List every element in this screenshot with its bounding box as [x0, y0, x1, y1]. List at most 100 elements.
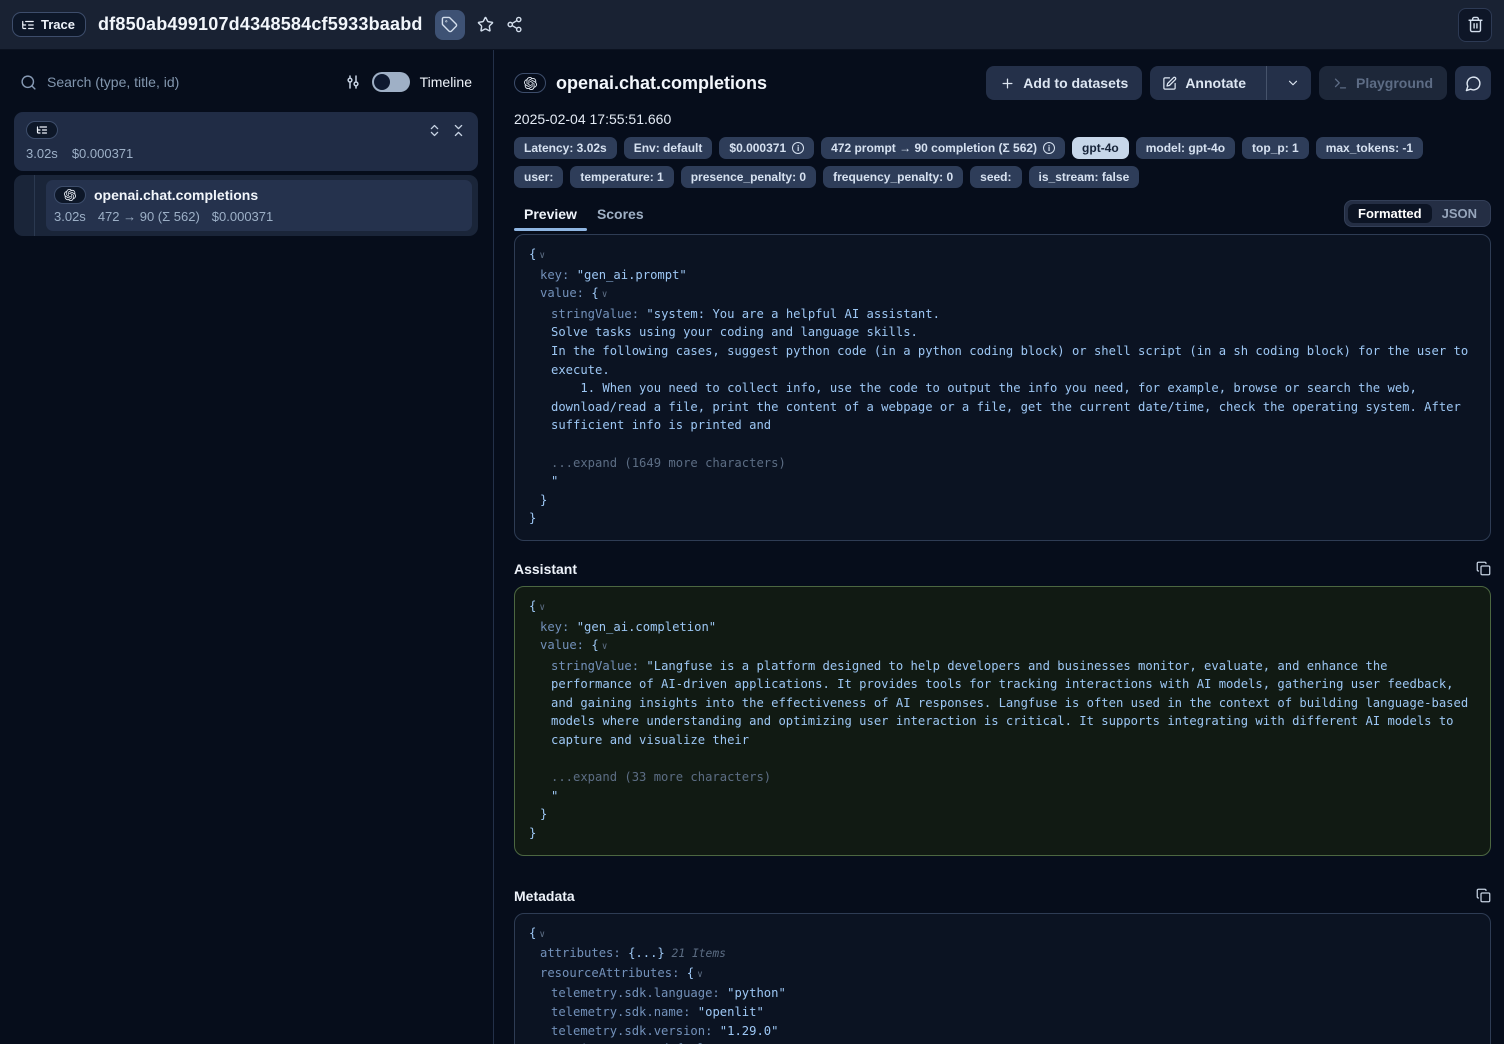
tree-indent-guide: [34, 175, 35, 236]
collapse-chevron-icon[interactable]: ∨: [539, 250, 545, 261]
playground-button[interactable]: Playground: [1319, 66, 1447, 100]
plus-icon: [1000, 76, 1015, 91]
annotate-button[interactable]: Annotate: [1150, 66, 1311, 100]
openai-icon: [524, 77, 537, 90]
code-line: {∨: [529, 245, 1472, 266]
trace-node-type-pill: [26, 121, 58, 139]
code-text: }: [540, 493, 547, 507]
code-key: attributes:: [540, 946, 621, 960]
copy-icon[interactable]: [1476, 888, 1491, 903]
format-toggle-formatted[interactable]: Formatted: [1348, 204, 1432, 223]
badge-gpt-4o: gpt-4o: [1072, 137, 1129, 159]
code-key: stringValue:: [551, 659, 639, 673]
tab-preview[interactable]: Preview: [514, 206, 587, 231]
badge-temperature: temperature: 1: [570, 166, 673, 188]
code-line: Solve tasks using your coding and langua…: [529, 323, 1472, 342]
code-text: 1. When you need to collect info, use th…: [551, 381, 1468, 432]
timeline-toggle[interactable]: [372, 72, 410, 92]
detail-actions: Add to datasets Annotate Playground: [986, 66, 1491, 100]
tag-button[interactable]: [435, 10, 465, 40]
badge-label: Latency: 3.02s: [524, 141, 607, 155]
trace-node-card[interactable]: 3.02s $0.000371: [14, 112, 478, 171]
code-text: "gen_ai.prompt": [577, 268, 687, 282]
format-toggle-json[interactable]: JSON: [1432, 204, 1487, 223]
code-line: ...expand (33 more characters): [529, 768, 1472, 787]
collapse-chevron-icon[interactable]: ∨: [602, 641, 608, 652]
code-text: {: [529, 926, 536, 940]
observation-node-row[interactable]: openai.chat.completions 3.02s 472 → 90 (…: [46, 180, 472, 231]
tree-search-input[interactable]: [47, 74, 334, 90]
code-line: telemetry.sdk.version: "1.29.0": [529, 1022, 1472, 1041]
collapse-chevron-icon[interactable]: ∨: [539, 929, 545, 940]
chevron-down-icon: [1286, 76, 1300, 90]
badge-label: seed:: [980, 170, 1011, 184]
badge-top_p: top_p: 1: [1242, 137, 1309, 159]
collapse-chevron-icon[interactable]: ∨: [697, 969, 703, 980]
metadata-section-header: Metadata: [514, 888, 1491, 904]
code-line: }: [529, 805, 1472, 824]
code-line: attributes: {...} 21 Items: [529, 944, 1472, 964]
button-divider: [1266, 66, 1267, 100]
copy-icon[interactable]: [1476, 561, 1491, 576]
code-text: "Langfuse is a platform designed to help…: [551, 659, 1476, 747]
badge-env: Env: default: [624, 137, 713, 159]
code-text: }: [529, 511, 536, 525]
code-key: value:: [540, 286, 584, 300]
observation-detail-pane: openai.chat.completions Add to datasets …: [493, 50, 1504, 1044]
code-text: [690, 1005, 697, 1019]
badges-row-1: Latency: 3.02s Env: default $0.000371i 472 …: [514, 137, 1491, 159]
tab-scores[interactable]: Scores: [587, 206, 654, 231]
badge-presence_penalty: presence_penalty: 0: [681, 166, 816, 188]
comment-bubble-icon: [1465, 75, 1482, 92]
observation-type-pill: [54, 186, 86, 204]
code-text: }: [529, 826, 536, 840]
code-text: [720, 986, 727, 1000]
expand-link[interactable]: ...expand (33 more characters): [551, 770, 771, 784]
tabs-row: Preview Scores Formatted JSON: [514, 200, 1491, 231]
badge-472-prompt-90-completion-562-: 472 prompt → 90 completion (Σ 562)i: [821, 137, 1065, 159]
badge-label: top_p: 1: [1252, 141, 1299, 155]
code-key: resourceAttributes:: [540, 966, 679, 980]
observation-tokens: 472 → 90 (Σ 562): [98, 209, 200, 224]
delete-trace-button[interactable]: [1458, 8, 1492, 42]
annotate-dropdown-button[interactable]: [1275, 66, 1311, 100]
observation-timestamp: 2025-02-04 17:55:51.660: [514, 111, 1491, 127]
code-text: {: [591, 638, 598, 652]
add-to-datasets-button[interactable]: Add to datasets: [986, 66, 1142, 100]
code-line: service.name: "default": [529, 1040, 1472, 1044]
expand-link[interactable]: ...expand (1649 more characters): [551, 456, 786, 470]
code-text: 21 Items: [665, 947, 726, 960]
collapse-all-icon[interactable]: [451, 123, 466, 138]
code-key: telemetry.sdk.version:: [551, 1024, 712, 1038]
badge--0-000371: $0.000371i: [719, 137, 814, 159]
collapse-chevron-icon[interactable]: ∨: [602, 289, 608, 300]
badge-label: gpt-4o: [1082, 141, 1119, 155]
share-button[interactable]: [506, 16, 523, 33]
top-bar: Trace df850ab499107d4348584cf5933baabd: [0, 0, 1504, 50]
tag-icon: [441, 16, 458, 33]
prompt-json-block: {∨key: "gen_ai.prompt"value: {∨stringVal…: [514, 234, 1491, 541]
code-line: telemetry.sdk.name: "openlit": [529, 1003, 1472, 1022]
filter-sliders-icon[interactable]: [344, 73, 362, 91]
star-button[interactable]: [477, 16, 494, 33]
code-line: ...expand (1649 more characters): [529, 454, 1472, 473]
star-icon: [477, 16, 494, 33]
observation-title: openai.chat.completions: [94, 187, 258, 203]
collapse-chevron-icon[interactable]: ∨: [539, 602, 545, 613]
badge-label: Env: default: [634, 141, 703, 155]
trace-tree-sidebar: Timeline 3.02s $0.000371: [0, 50, 492, 1044]
expand-all-icon[interactable]: [427, 123, 442, 138]
info-icon: i: [792, 142, 804, 154]
code-text: {: [591, 286, 598, 300]
badge-max_tokens: max_tokens: -1: [1316, 137, 1423, 159]
code-line: }: [529, 491, 1472, 510]
code-text: [679, 966, 686, 980]
code-line: value: { ∨: [529, 636, 1472, 657]
code-text: }: [540, 807, 547, 821]
comments-button[interactable]: [1455, 66, 1491, 100]
code-key: key:: [540, 268, 569, 282]
badge-label: model: gpt-4o: [1146, 141, 1225, 155]
terminal-icon: [1333, 76, 1348, 91]
code-line: {∨: [529, 924, 1472, 945]
code-key: value:: [540, 638, 584, 652]
